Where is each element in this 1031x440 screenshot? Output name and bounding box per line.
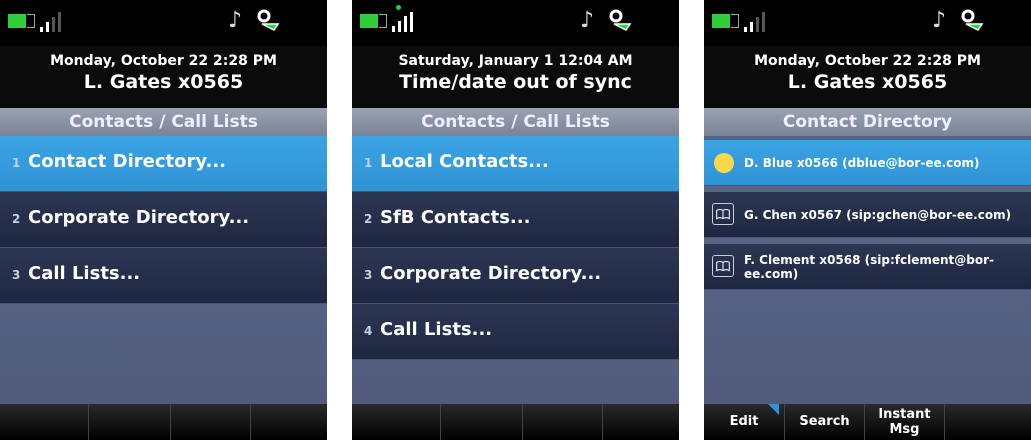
screen-title: Contact Directory xyxy=(704,108,1031,136)
date-time: Monday, October 22 2:28 PM xyxy=(50,53,277,69)
link-icon xyxy=(257,9,280,31)
menu-item-corporate-directory[interactable]: 3 Corporate Directory... xyxy=(352,248,679,304)
line-label: L. Gates x0565 xyxy=(83,71,244,93)
signal-bars-icon xyxy=(40,12,70,32)
menu-item-contact-directory[interactable]: 1 Contact Directory... xyxy=(0,136,327,192)
item-number: 3 xyxy=(364,268,373,282)
search-softkey[interactable]: Search xyxy=(784,404,864,440)
music-note-icon: ♪ xyxy=(580,8,595,33)
line-label: Time/date out of sync xyxy=(399,71,632,93)
menu-item-call-lists[interactable]: 4 Call Lists... xyxy=(352,304,679,360)
item-number: 2 xyxy=(364,212,373,226)
softkey-bar: Edit Search Instant Msg xyxy=(704,404,1031,440)
header: Monday, October 22 2:28 PM L. Gates x056… xyxy=(0,46,327,108)
music-note-icon: ♪ xyxy=(228,8,243,33)
line-label: L. Gates x0565 xyxy=(787,71,948,93)
screen-title: Contacts / Call Lists xyxy=(352,108,679,136)
signal-bars-icon xyxy=(392,12,422,32)
date-time: Monday, October 22 2:28 PM xyxy=(754,53,981,69)
item-number: 1 xyxy=(12,156,21,170)
contact-item-d-blue[interactable]: D. Blue x0566 (dblue@bor-ee.com) xyxy=(704,140,1031,186)
battery-icon xyxy=(8,14,35,28)
softkey-2[interactable] xyxy=(440,404,522,440)
contact-text: G. Chen x0567 (sip:gchen@bor-ee.com) xyxy=(744,207,1012,222)
contact-item-f-clement[interactable]: F. Clement x0568 (sip:fclement@bor-ee.co… xyxy=(704,244,1031,290)
antenna-indicator-icon xyxy=(396,5,401,10)
softkey-1[interactable] xyxy=(0,404,88,440)
item-number: 2 xyxy=(12,212,21,226)
screen-title: Contacts / Call Lists xyxy=(0,108,327,136)
link-icon xyxy=(609,9,632,31)
header: Monday, October 22 2:28 PM L. Gates x056… xyxy=(704,46,1031,108)
softkey-3[interactable] xyxy=(170,404,250,440)
date-time: Saturday, January 1 12:04 AM xyxy=(398,53,633,69)
item-number: 4 xyxy=(364,324,373,338)
item-label: SfB Contacts... xyxy=(380,207,531,228)
item-label: Call Lists... xyxy=(28,263,141,284)
menu-item-sfb-contacts[interactable]: 2 SfB Contacts... xyxy=(352,192,679,248)
item-label: Call Lists... xyxy=(380,319,493,340)
phone-screen-1: ♪ Monday, October 22 2:28 PM L. Gates x0… xyxy=(0,0,327,440)
directory-book-icon xyxy=(712,255,734,277)
item-label: Corporate Directory... xyxy=(380,263,602,284)
status-bar: ♪ xyxy=(704,0,1031,46)
softkey-1[interactable] xyxy=(352,404,440,440)
softkey-label: Instant Msg xyxy=(878,407,931,437)
softkey-bar xyxy=(352,404,679,440)
music-note-icon: ♪ xyxy=(932,8,947,33)
item-number: 3 xyxy=(12,268,21,282)
header: Saturday, January 1 12:04 AM Time/date o… xyxy=(352,46,679,108)
battery-icon xyxy=(712,14,739,28)
contact-text: F. Clement x0568 (sip:fclement@bor-ee.co… xyxy=(744,252,995,281)
status-bar: ♪ xyxy=(352,0,679,46)
contact-item-g-chen[interactable]: G. Chen x0567 (sip:gchen@bor-ee.com) xyxy=(704,192,1031,238)
softkey-bar xyxy=(0,404,327,440)
item-label: Corporate Directory... xyxy=(28,207,250,228)
edit-softkey[interactable]: Edit xyxy=(704,404,784,440)
contact-text: D. Blue x0566 (dblue@bor-ee.com) xyxy=(744,155,980,170)
item-label: Contact Directory... xyxy=(28,151,226,172)
softkey-2[interactable] xyxy=(88,404,170,440)
phone-screen-2: ♪ Saturday, January 1 12:04 AM Time/date… xyxy=(352,0,679,440)
corner-indicator xyxy=(768,404,779,415)
softkey-label: Edit xyxy=(729,414,759,429)
softkey-label: Search xyxy=(799,414,850,429)
item-label: Local Contacts... xyxy=(380,151,549,172)
instant-msg-softkey[interactable]: Instant Msg xyxy=(864,404,944,440)
phone-screen-3: ♪ Monday, October 22 2:28 PM L. Gates x0… xyxy=(704,0,1031,440)
menu-item-call-lists[interactable]: 3 Call Lists... xyxy=(0,248,327,304)
softkey-4[interactable] xyxy=(250,404,327,440)
softkey-4[interactable] xyxy=(944,404,1031,440)
softkey-3[interactable] xyxy=(522,404,602,440)
battery-icon xyxy=(360,14,387,28)
status-bar: ♪ xyxy=(0,0,327,46)
menu-item-local-contacts[interactable]: 1 Local Contacts... xyxy=(352,136,679,192)
softkey-4[interactable] xyxy=(602,404,679,440)
link-icon xyxy=(961,9,984,31)
signal-bars-icon xyxy=(744,12,774,32)
menu-item-corporate-directory[interactable]: 2 Corporate Directory... xyxy=(0,192,327,248)
item-number: 1 xyxy=(364,156,373,170)
presence-icon xyxy=(714,153,734,173)
directory-book-icon xyxy=(712,203,734,225)
